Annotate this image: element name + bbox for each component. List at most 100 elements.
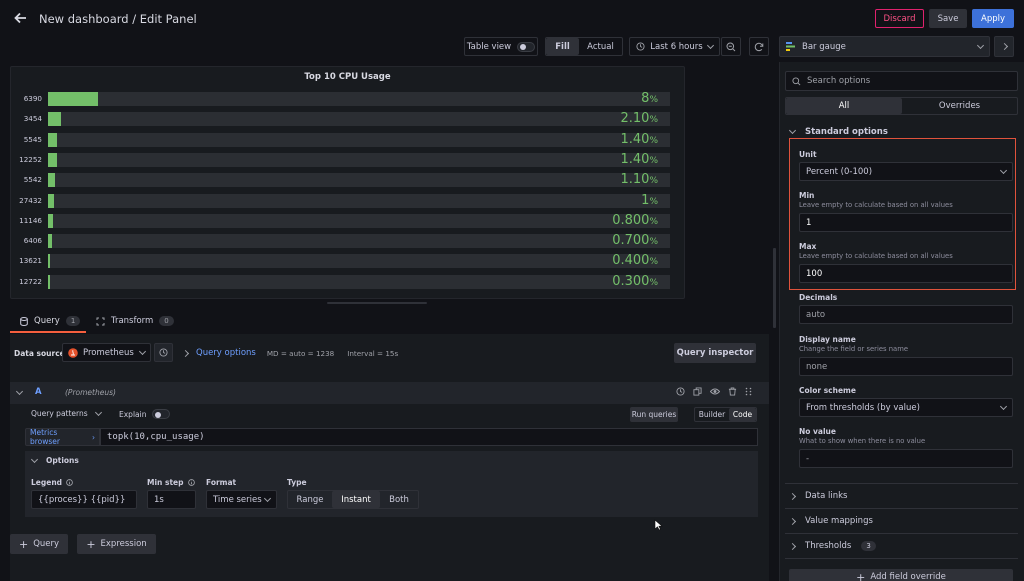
bar-value-label: 0.300% [612, 273, 658, 289]
query-patterns-dropdown[interactable]: Query patterns [31, 408, 102, 418]
explain-toggle[interactable]: Explain [119, 409, 171, 419]
format-label: Format [206, 478, 237, 487]
interval-value: Interval = 15s [347, 348, 399, 358]
legend-label: Legend [31, 478, 73, 487]
fill-button[interactable]: Fill [546, 38, 579, 55]
add-expression-label: Expression [100, 539, 147, 549]
metrics-browser-button[interactable]: Metrics browser › [25, 428, 100, 446]
collapse-options-button[interactable] [994, 36, 1014, 57]
actual-button[interactable]: Actual [579, 38, 622, 55]
add-query-button[interactable]: + Query [10, 534, 68, 554]
query-row-header [10, 382, 769, 404]
editor-scrollbar[interactable] [773, 248, 776, 328]
bar-value-label: 1% [641, 192, 658, 208]
add-expression-button[interactable]: + Expression [77, 534, 156, 554]
color-scheme-select[interactable]: From thresholds (by value) [799, 398, 1013, 417]
explain-switch[interactable] [152, 409, 171, 419]
format-select[interactable]: Time series [206, 490, 277, 509]
visualization-picker[interactable]: Bar gauge [779, 36, 990, 57]
trash-icon[interactable] [728, 387, 737, 396]
chevron-down-icon [788, 126, 797, 135]
no-value-input[interactable]: - [799, 449, 1013, 468]
bar-label: 11146 [19, 215, 42, 225]
min-step-input[interactable]: 1s [147, 490, 196, 509]
min-step-value: 1s [154, 494, 164, 505]
max-value: 100 [806, 268, 823, 279]
chevron-down-icon [976, 41, 985, 49]
bar-fill [48, 173, 55, 188]
eye-icon[interactable] [710, 387, 720, 396]
table-view-switch[interactable] [517, 41, 536, 52]
query-inspector-button[interactable]: Query inspector [674, 343, 756, 363]
tab-overrides[interactable]: Overrides [902, 98, 1017, 114]
data-links-header[interactable]: Data links [788, 491, 847, 501]
options-collapse-toggle[interactable]: Options [30, 455, 79, 465]
duplicate-icon[interactable] [693, 387, 702, 396]
display-name-input[interactable]: none [799, 357, 1013, 376]
add-field-override-label: Add field override [870, 572, 946, 581]
apply-button[interactable]: Apply [972, 9, 1014, 28]
clock-icon [636, 42, 645, 51]
standard-options-header[interactable]: Standard options [788, 126, 888, 137]
bar-value-label: 1.40% [620, 131, 658, 147]
tab-transform[interactable]: Transform 0 [96, 316, 174, 326]
legend-input[interactable]: {{proces}} {{pid}} [31, 490, 137, 509]
color-scheme-label: Color scheme [799, 386, 856, 395]
query-options-toggle[interactable]: Query options MD = auto = 1238 Interval … [181, 348, 399, 358]
query-expression-input[interactable]: topk(10,cpu_usage) [100, 428, 758, 446]
tab-transform-label: Transform [111, 316, 154, 326]
save-button[interactable]: Save [929, 9, 967, 28]
code-button[interactable]: Code [729, 408, 756, 421]
thresholds-title: Thresholds [805, 541, 852, 551]
divider [785, 483, 1018, 484]
bar-track [48, 132, 670, 147]
type-instant-button[interactable]: Instant [332, 491, 380, 508]
add-field-override-button[interactable]: + Add field override [789, 569, 1013, 581]
type-range-button[interactable]: Range [288, 491, 332, 508]
bar-row: 13621 0.400% [11, 253, 686, 269]
chevron-right-icon [788, 542, 797, 550]
drag-handle-icon[interactable] [745, 387, 752, 396]
query-ref-id[interactable]: A [35, 387, 42, 397]
min-input[interactable]: 1 [799, 213, 1013, 232]
type-both-button[interactable]: Both [380, 491, 418, 508]
bar-value-label: 2.10% [620, 111, 658, 127]
table-view-label: Table view [466, 41, 512, 52]
builder-button[interactable]: Builder [695, 408, 729, 421]
tab-query[interactable]: Query 1 [20, 316, 81, 326]
min-step-label-text: Min step [147, 478, 184, 487]
search-options-input[interactable]: Search options [785, 71, 1018, 91]
query-source-label: (Prometheus) [65, 388, 116, 397]
help-icon[interactable] [676, 387, 685, 396]
bar-label: 27432 [19, 195, 42, 205]
data-source-help-button[interactable] [154, 343, 173, 362]
unit-select[interactable]: Percent (0-100) [799, 162, 1013, 181]
transform-count-badge: 0 [159, 316, 174, 326]
tab-all[interactable]: All [786, 98, 902, 114]
value-mappings-header[interactable]: Value mappings [788, 516, 873, 526]
run-queries-button[interactable]: Run queries [630, 407, 678, 422]
zoom-out-button[interactable] [721, 37, 741, 56]
discard-button[interactable]: Discard [875, 9, 924, 28]
query-patterns-label: Query patterns [31, 409, 88, 418]
table-view-toggle[interactable]: Table view [464, 37, 538, 56]
bar-row: 12722 0.300% [11, 274, 686, 290]
min-value: 1 [806, 217, 812, 228]
back-arrow-icon[interactable] [14, 11, 28, 25]
panel-resize-handle[interactable] [327, 302, 427, 304]
chevron-right-icon [788, 517, 797, 525]
chevron-down-icon [30, 455, 39, 463]
thresholds-header[interactable]: Thresholds 3 [788, 541, 876, 551]
time-range-picker[interactable]: Last 6 hours [629, 37, 720, 56]
divider [785, 558, 1018, 559]
max-input[interactable]: 100 [799, 264, 1013, 283]
bar-fill [48, 152, 57, 167]
tab-query-label: Query [34, 316, 60, 326]
unit-label: Unit [799, 150, 817, 159]
bar-row: 5545 1.40% [11, 132, 686, 148]
data-source-picker[interactable]: Prometheus [62, 343, 151, 362]
refresh-button[interactable] [749, 37, 769, 56]
bar-value-label: 0.400% [612, 253, 658, 269]
decimals-input[interactable]: auto [799, 305, 1013, 324]
bar-fill [48, 234, 53, 249]
